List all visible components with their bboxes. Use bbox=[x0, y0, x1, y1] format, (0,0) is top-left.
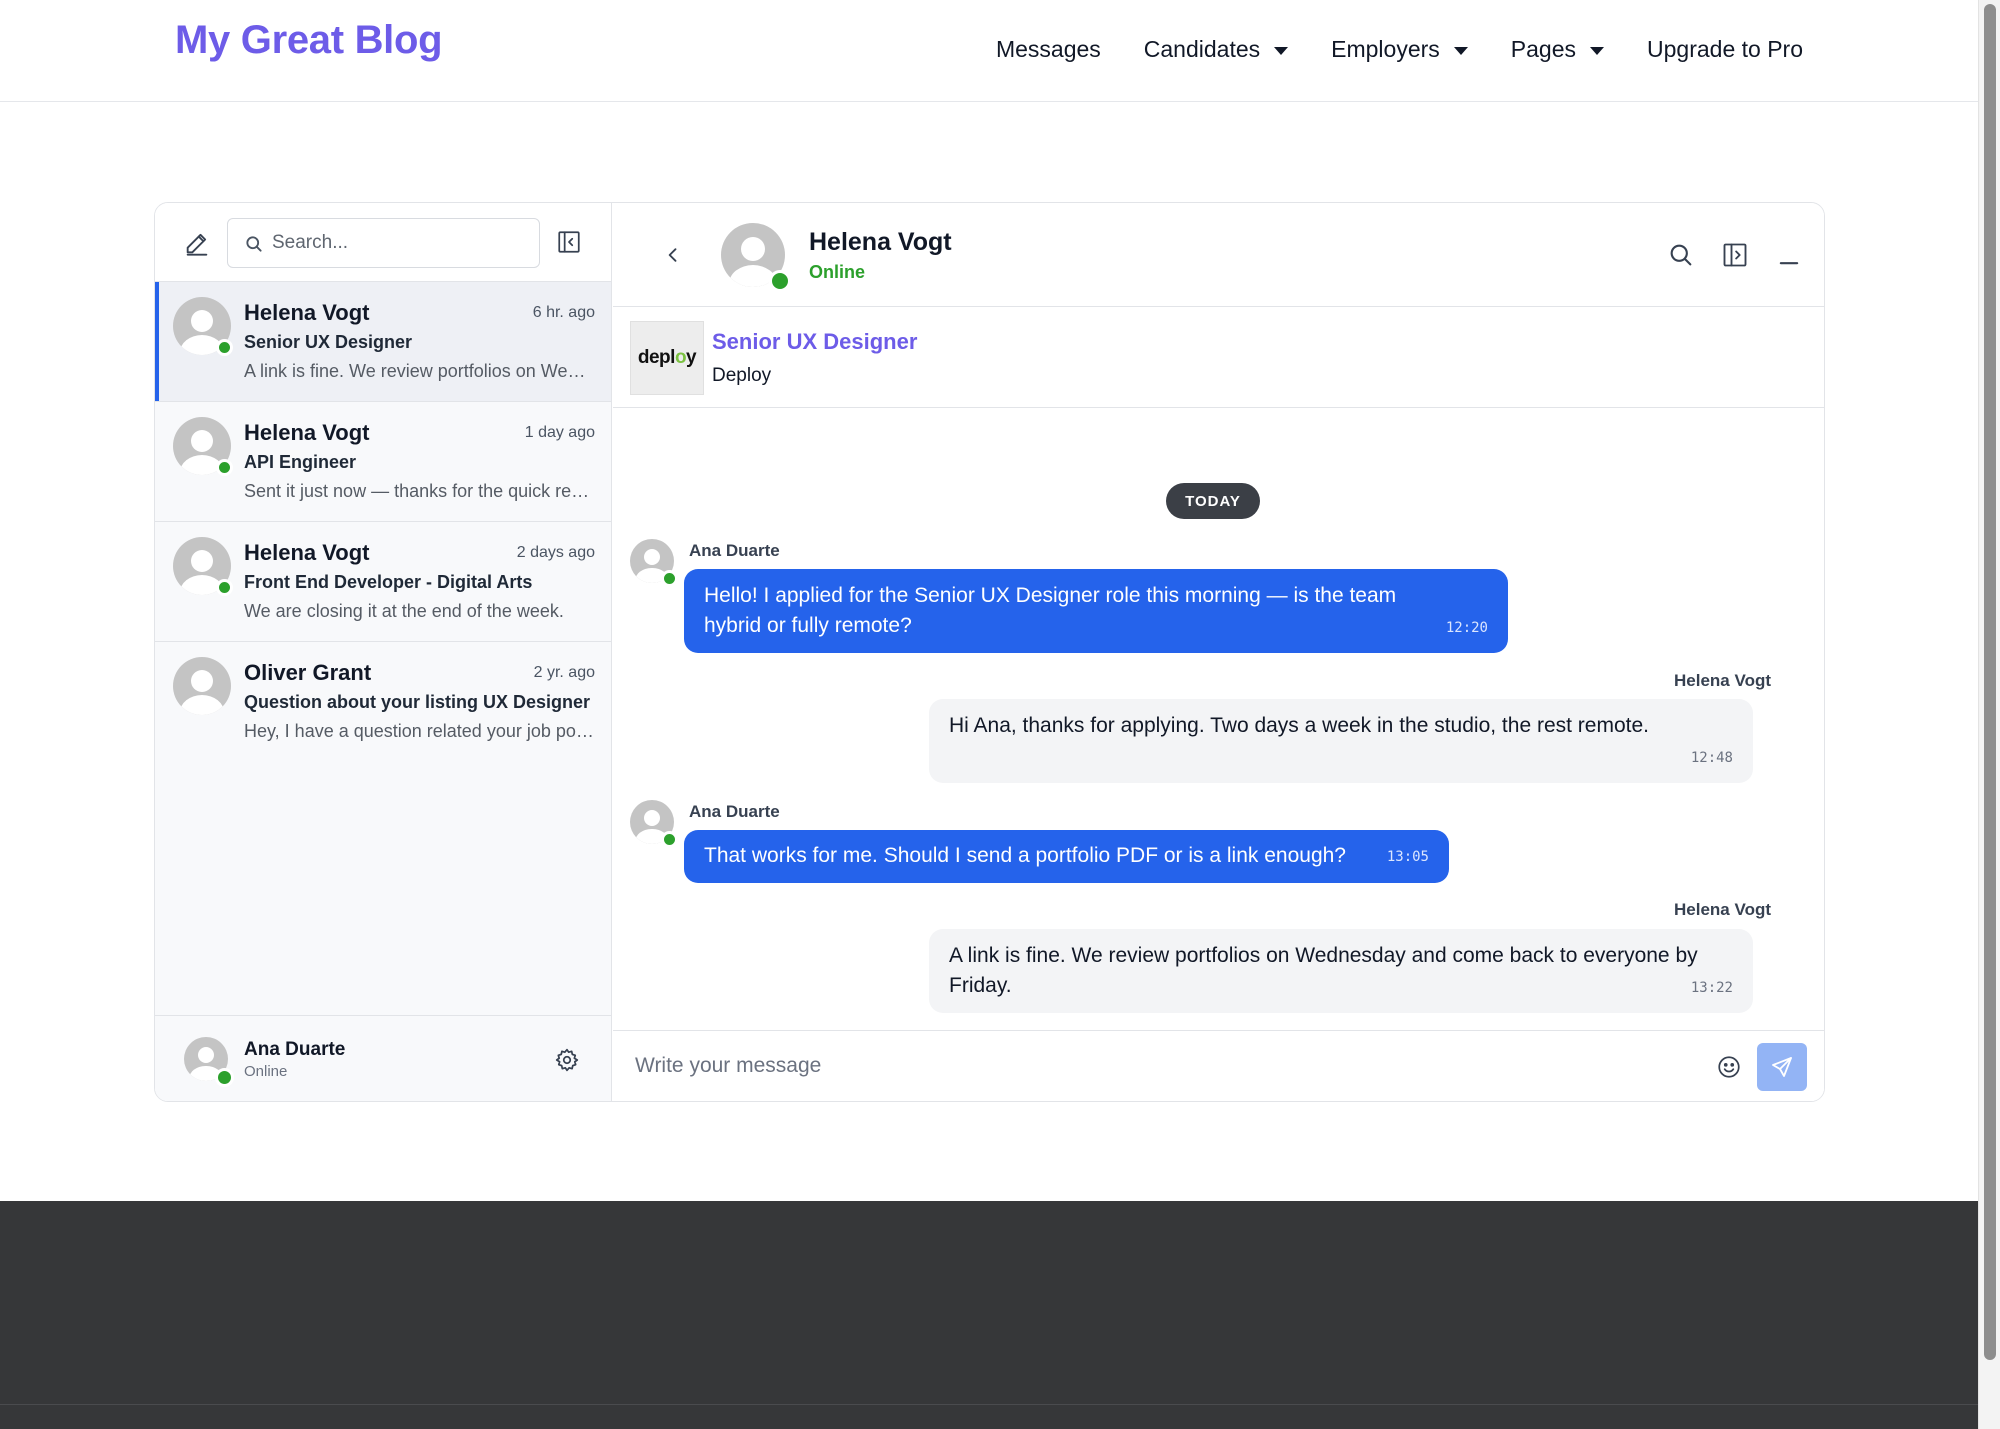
message-text: A link is fine. We review portfolios on … bbox=[949, 944, 1698, 997]
company-logo: depl o y bbox=[630, 321, 704, 395]
message-composer bbox=[613, 1030, 1824, 1101]
chat-window: Helena Vogt Online depl o y Senior UX Desi… bbox=[613, 203, 1824, 1101]
message-bubble: That works for me. Should I send a portf… bbox=[684, 830, 1449, 883]
message-time: 13:22 bbox=[1690, 980, 1733, 996]
message-sender: Ana Duarte bbox=[689, 541, 780, 560]
conversation-subject: Front End Developer - Digital Arts bbox=[244, 572, 533, 592]
back-arrow-icon[interactable] bbox=[663, 245, 683, 265]
job-company: Deploy bbox=[712, 365, 772, 386]
conversation-time: 2 yr. ago bbox=[533, 664, 595, 681]
conversation-preview: Hey, I have a question related your job … bbox=[244, 721, 594, 741]
peer-status: Online bbox=[809, 262, 866, 282]
nav-pages-label: Pages bbox=[1510, 36, 1577, 62]
current-user-status: Online bbox=[244, 1063, 288, 1080]
compose-icon[interactable] bbox=[183, 229, 211, 257]
message-time: 13:05 bbox=[1386, 849, 1429, 865]
conversation-subject: Senior UX Designer bbox=[244, 332, 413, 352]
message-text: Hi Ana, thanks for applying. Two days a … bbox=[949, 714, 1649, 737]
nav-messages-label: Messages bbox=[995, 36, 1101, 62]
message-list: TODAY Ana Duarte Hello! I applied for th… bbox=[613, 408, 1824, 1030]
search-field bbox=[227, 218, 540, 268]
online-indicator bbox=[216, 459, 233, 476]
conversation-item[interactable]: Helena Vogt 6 hr. ago Senior UX Designer… bbox=[155, 282, 611, 402]
conversation-subject: Question about your listing UX Designer bbox=[244, 692, 591, 712]
conversation-name: Helena Vogt bbox=[244, 420, 370, 445]
current-user-bar: Ana Duarte Online bbox=[155, 1015, 611, 1101]
page-scrollbar[interactable] bbox=[1978, 0, 2000, 1429]
footer-divider bbox=[0, 1404, 1978, 1405]
message-bubble: A link is fine. We review portfolios on … bbox=[929, 929, 1753, 1013]
conversation-preview: A link is fine. We review portfolios on … bbox=[244, 361, 594, 381]
online-indicator bbox=[216, 579, 233, 596]
scrollbar-thumb[interactable] bbox=[1984, 4, 1996, 1360]
nav-candidates[interactable]: Candidates bbox=[1143, 36, 1289, 63]
page-footer bbox=[0, 1201, 1978, 1429]
top-navbar: My Great Blog Messages Candidates Employ… bbox=[0, 0, 1978, 102]
job-context: depl o y Senior UX Designer Deploy bbox=[613, 307, 1824, 408]
minimize-icon[interactable] bbox=[1775, 241, 1803, 269]
message-text: That works for me. Should I send a portf… bbox=[704, 844, 1346, 867]
nav-employers[interactable]: Employers bbox=[1331, 36, 1468, 63]
online-indicator bbox=[661, 570, 678, 587]
message-input[interactable] bbox=[635, 1041, 1685, 1091]
messaging-panel: Helena Vogt 6 hr. ago Senior UX Designer… bbox=[154, 202, 1825, 1102]
nav-candidates-label: Candidates bbox=[1143, 36, 1261, 62]
conversation-name: Oliver Grant bbox=[244, 660, 372, 685]
site-logo[interactable]: My Great Blog bbox=[175, 18, 443, 63]
conversation-time: 1 day ago bbox=[524, 424, 595, 441]
conversation-item[interactable]: Helena Vogt 2 days ago Front End Develop… bbox=[155, 522, 611, 642]
conversation-sidebar: Helena Vogt 6 hr. ago Senior UX Designer… bbox=[155, 203, 612, 1101]
conversation-preview: Sent it just now — thanks for the quick … bbox=[244, 481, 594, 501]
search-input[interactable] bbox=[272, 219, 532, 267]
sidebar-header bbox=[155, 203, 611, 282]
nav-pages[interactable]: Pages bbox=[1510, 36, 1605, 63]
online-indicator bbox=[661, 831, 678, 848]
toggle-panel-icon[interactable] bbox=[1721, 241, 1749, 269]
conversation-time: 6 hr. ago bbox=[532, 304, 595, 321]
peer-name: Helena Vogt bbox=[809, 228, 952, 256]
online-indicator bbox=[769, 270, 791, 292]
main-nav: Messages Candidates Employers Pages Upgr… bbox=[953, 36, 1803, 63]
caret-down-icon bbox=[1453, 46, 1468, 55]
message-avatar bbox=[630, 800, 678, 848]
collapse-sidebar-icon[interactable] bbox=[556, 229, 582, 255]
message-sender: Helena Vogt bbox=[1674, 900, 1771, 919]
caret-down-icon bbox=[1590, 46, 1605, 55]
send-icon bbox=[1772, 1057, 1792, 1077]
message-time: 12:20 bbox=[1445, 620, 1488, 636]
search-icon bbox=[244, 234, 264, 254]
send-button[interactable] bbox=[1757, 1043, 1807, 1091]
message-bubble: Hi Ana, thanks for applying. Two days a … bbox=[929, 699, 1753, 783]
message-bubble: Hello! I applied for the Senior UX Desig… bbox=[684, 569, 1508, 653]
job-title-link[interactable]: Senior UX Designer bbox=[712, 329, 917, 355]
chat-header: Helena Vogt Online bbox=[613, 203, 1824, 307]
conversation-name: Helena Vogt bbox=[244, 300, 370, 325]
message-text: Hello! I applied for the Senior UX Desig… bbox=[704, 584, 1397, 637]
current-user-name: Ana Duarte bbox=[244, 1039, 346, 1060]
avatar bbox=[173, 657, 231, 715]
message-time: 12:48 bbox=[1690, 750, 1733, 766]
conversation-subject: API Engineer bbox=[244, 452, 357, 472]
message-sender: Helena Vogt bbox=[1674, 671, 1771, 690]
conversation-name: Helena Vogt bbox=[244, 540, 370, 565]
online-indicator bbox=[215, 1068, 234, 1087]
conversation-item[interactable]: Helena Vogt 1 day ago API Engineer Sent … bbox=[155, 402, 611, 522]
online-indicator bbox=[216, 339, 233, 356]
nav-employers-label: Employers bbox=[1331, 36, 1440, 62]
nav-messages[interactable]: Messages bbox=[996, 36, 1101, 63]
message-avatar bbox=[630, 539, 678, 587]
nav-upgrade[interactable]: Upgrade to Pro bbox=[1647, 36, 1803, 63]
conversation-preview: We are closing it at the end of the week… bbox=[244, 601, 564, 621]
message-sender: Ana Duarte bbox=[689, 802, 780, 821]
caret-down-icon bbox=[1274, 46, 1289, 55]
emoji-icon[interactable] bbox=[1716, 1054, 1742, 1080]
date-divider: TODAY bbox=[1166, 483, 1260, 519]
search-icon[interactable] bbox=[1667, 241, 1695, 269]
gear-icon[interactable] bbox=[554, 1047, 580, 1073]
nav-upgrade-label: Upgrade to Pro bbox=[1647, 36, 1803, 62]
conversation-time: 2 days ago bbox=[516, 544, 595, 561]
conversation-item[interactable]: Oliver Grant 2 yr. ago Question about yo… bbox=[155, 642, 611, 762]
